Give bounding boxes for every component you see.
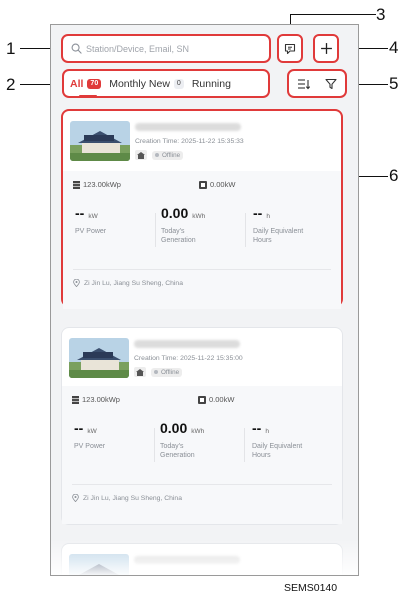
tab-all-label: All: [70, 77, 84, 90]
station-thumbnail: [70, 121, 130, 161]
generation-value: 0.00: [161, 205, 189, 221]
generation-label: Today's Generation: [161, 228, 196, 244]
generation-label: Today's Generation: [160, 443, 195, 459]
current-power: 0.00kW: [199, 180, 235, 189]
pv-power-label: PV Power: [75, 228, 107, 235]
pv-power-unit: kW: [87, 428, 97, 435]
search-icon: [71, 43, 82, 54]
status-dot-icon: [154, 370, 158, 374]
equivalent-label: Daily Equivalent Hours: [252, 443, 303, 459]
status-badge: Offline: [152, 150, 184, 160]
status-row: Offline: [135, 150, 184, 160]
capacity-icon: [72, 395, 79, 404]
callout-4: 4: [389, 38, 399, 57]
list-tools: [287, 69, 347, 98]
tab-running[interactable]: Running: [192, 78, 231, 90]
capacity-icon: [73, 180, 80, 189]
ticket-button[interactable]: [277, 34, 303, 63]
capacity-value: 123.00kWp: [82, 395, 120, 404]
figure-code: SEMS0140: [284, 582, 338, 594]
pv-power-value: --: [74, 420, 84, 436]
generation-unit: kWh: [191, 428, 205, 435]
power-value: 0.00kW: [210, 180, 236, 189]
tab-monthly-new-label: Monthly New: [109, 77, 170, 90]
generation-value: 0.00: [160, 420, 188, 436]
station-stats: 123.00kWp 0.00kW -- kW PV Power 0.00 kWh T…: [63, 171, 341, 309]
equivalent-value: --: [252, 420, 262, 436]
metric-equivalent-hours: -- h Daily Equivalent Hours: [253, 205, 333, 245]
current-power: 0.00kW: [198, 395, 234, 404]
callout-5: 5: [389, 74, 399, 93]
equivalent-label: Daily Equivalent Hours: [253, 228, 304, 244]
search-placeholder: Station/Device, Email, SN: [86, 43, 190, 54]
capacity-value: 123.00kWp: [83, 180, 121, 189]
home-icon: [135, 150, 147, 160]
location-icon: [72, 494, 79, 502]
station-name-redacted: [135, 123, 241, 131]
metric-divider: [154, 428, 155, 462]
scroll-fade: [51, 539, 358, 575]
search-input[interactable]: Station/Device, Email, SN: [61, 34, 271, 63]
filter-icon[interactable]: [325, 78, 337, 90]
app-screen: Station/Device, Email, SN All 70 Monthly…: [50, 24, 359, 576]
location-icon: [73, 279, 80, 287]
metric-generation: 0.00 kWh Today's Generation: [161, 205, 241, 245]
status-text: Offline: [161, 368, 180, 376]
address-text: Zi Jin Lu, Jiang Su Sheng, China: [83, 494, 182, 502]
equivalent-unit: h: [266, 213, 270, 220]
tab-monthly-new-count: 0: [173, 78, 184, 89]
stats-divider: [72, 484, 332, 485]
equivalent-unit: h: [265, 428, 269, 435]
metric-divider: [155, 213, 156, 247]
equivalent-value: --: [253, 205, 263, 221]
tab-all[interactable]: All 70: [70, 77, 102, 97]
pv-power-label: PV Power: [74, 443, 106, 450]
sort-icon[interactable]: [297, 78, 310, 90]
pv-power-unit: kW: [88, 213, 98, 220]
metric-divider: [244, 428, 245, 462]
add-station-button[interactable]: [313, 34, 339, 63]
power-icon: [199, 180, 207, 189]
station-name-redacted: [134, 340, 240, 348]
metric-divider: [245, 213, 246, 247]
tab-monthly-new[interactable]: Monthly New 0: [109, 78, 184, 90]
station-card[interactable]: Creation Time: 2025-11-22 15:35:00 Offli…: [61, 327, 343, 525]
plus-icon: [320, 43, 332, 54]
creation-time: Creation Time: 2025-11-22 15:35:00: [134, 355, 243, 362]
status-text: Offline: [162, 151, 181, 159]
callout-3: 3: [376, 5, 386, 24]
tab-all-count: 70: [87, 78, 102, 89]
generation-unit: kWh: [192, 213, 206, 220]
status-tabs: All 70 Monthly New 0 Running: [62, 69, 270, 98]
metric-equivalent-hours: -- h Daily Equivalent Hours: [252, 420, 332, 460]
status-row: Offline: [134, 367, 183, 377]
station-card[interactable]: Creation Time: 2025-11-22 15:35:33 Offli…: [61, 109, 343, 309]
capacity: 123.00kWp: [73, 180, 121, 189]
pv-power-value: --: [75, 205, 85, 221]
status-badge: Offline: [151, 367, 183, 377]
callout-2: 2: [6, 75, 16, 94]
metric-pv-power: -- kW PV Power: [74, 420, 154, 451]
tab-running-label: Running: [191, 77, 231, 90]
metric-pv-power: -- kW PV Power: [75, 205, 155, 236]
home-icon: [134, 367, 146, 377]
station-address: Zi Jin Lu, Jiang Su Sheng, China: [72, 494, 182, 502]
capacity: 123.00kWp: [72, 395, 120, 404]
ticket-icon: [284, 43, 296, 54]
power-icon: [198, 395, 206, 404]
station-stats: 123.00kWp 0.00kW -- kW PV Power 0.00 kWh T…: [62, 386, 342, 524]
callout-3-line: [290, 14, 376, 15]
callout-6: 6: [389, 166, 399, 185]
status-dot-icon: [155, 153, 159, 157]
creation-time: Creation Time: 2025-11-22 15:35:33: [135, 138, 244, 145]
metric-generation: 0.00 kWh Today's Generation: [160, 420, 240, 460]
callout-1: 1: [6, 39, 16, 58]
station-address: Zi Jin Lu, Jiang Su Sheng, China: [73, 279, 183, 287]
stats-divider: [73, 269, 331, 270]
power-value: 0.00kW: [209, 395, 235, 404]
station-thumbnail: [69, 338, 129, 378]
address-text: Zi Jin Lu, Jiang Su Sheng, China: [84, 279, 183, 287]
